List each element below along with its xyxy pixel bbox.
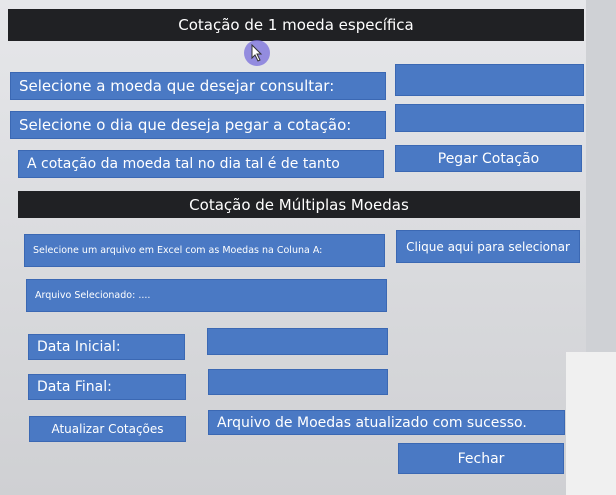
currency-select[interactable] — [395, 64, 584, 96]
end-date-label: Data Final: — [28, 374, 186, 400]
cursor-arrow-icon — [251, 44, 263, 62]
get-quote-button[interactable]: Pegar Cotação — [395, 145, 582, 172]
single-section-header: Cotação de 1 moeda específica — [8, 9, 584, 41]
day-input[interactable] — [395, 104, 584, 132]
end-date-input[interactable] — [208, 369, 388, 395]
background-area — [566, 352, 616, 495]
mouse-cursor-highlight — [244, 40, 270, 66]
select-day-label: Selecione o dia que deseja pegar a cotaç… — [10, 111, 386, 139]
start-date-input[interactable] — [207, 328, 388, 355]
close-button[interactable]: Fechar — [398, 443, 564, 474]
start-date-label: Data Inicial: — [28, 334, 185, 360]
status-message: Arquivo de Moedas atualizado com sucesso… — [208, 410, 565, 435]
result-text: A cotação da moeda tal no dia tal é de t… — [18, 150, 384, 178]
multi-section-header: Cotação de Múltiplas Moedas — [18, 191, 580, 218]
select-file-button[interactable]: Clique aqui para selecionar — [396, 230, 580, 263]
select-currency-label: Selecione a moeda que desejar consultar: — [10, 72, 386, 100]
select-file-label: Selecione um arquivo em Excel com as Moe… — [24, 234, 385, 267]
update-quotes-button[interactable]: Atualizar Cotações — [29, 416, 186, 442]
selected-file-label: Arquivo Selecionado: .... — [26, 279, 387, 312]
